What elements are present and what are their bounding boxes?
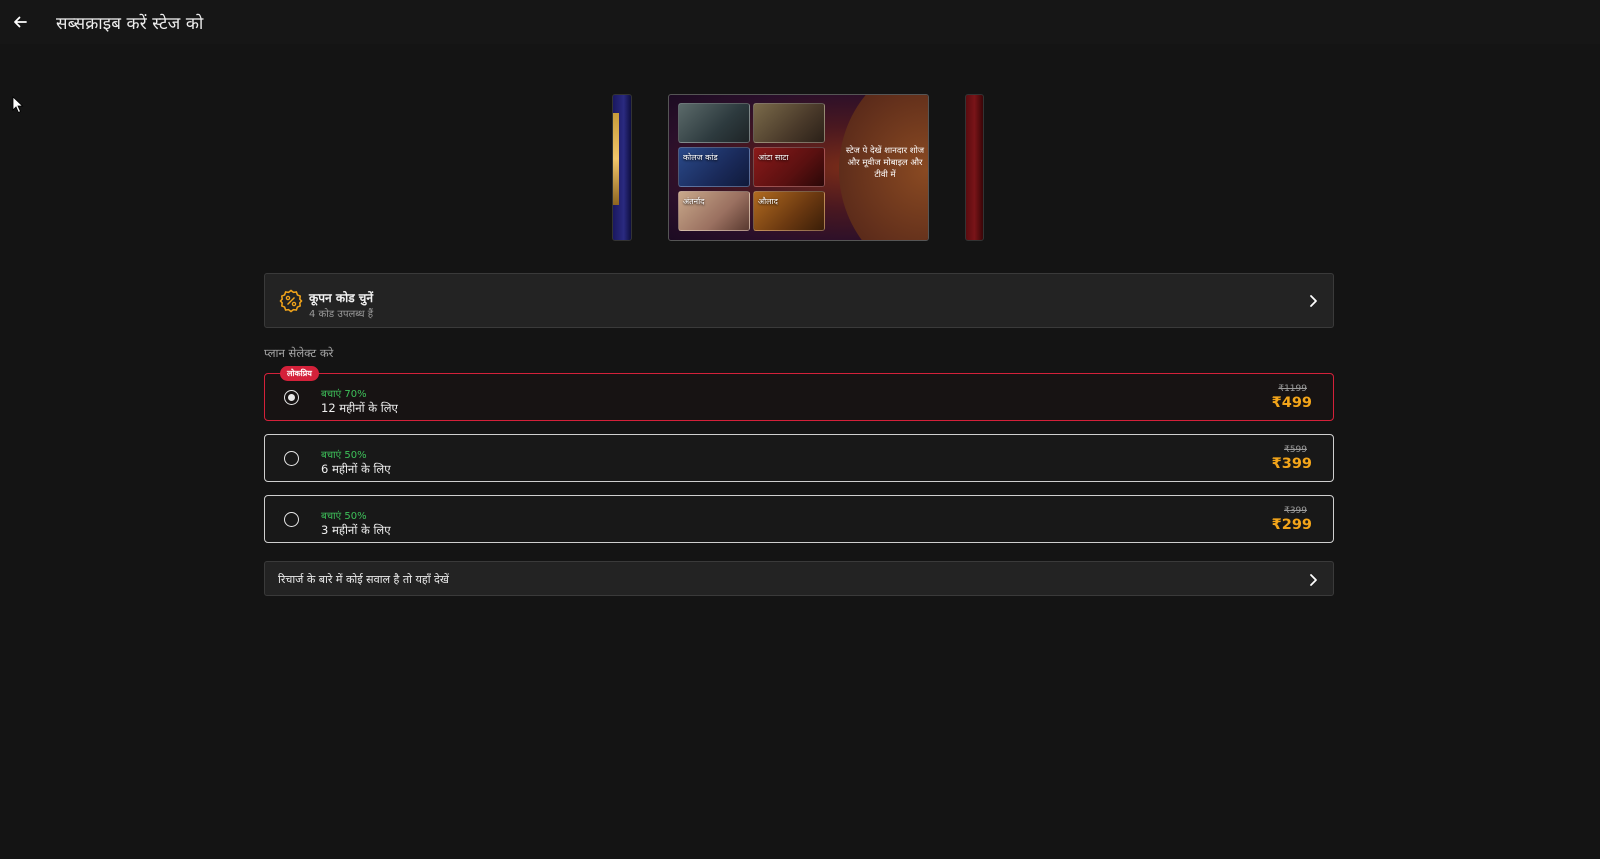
show-thumbnail [753, 103, 825, 143]
plan-price: ₹299 [1271, 517, 1312, 533]
coupon-subtitle: 4 कोड उपलब्ध हैं [309, 309, 374, 320]
chevron-right-icon [1310, 574, 1317, 586]
plan-original-price: ₹399 [1284, 506, 1307, 516]
recharge-faq-link[interactable]: रिचार्ज के बारे में कोई सवाल है तो यहाँ … [264, 561, 1334, 596]
plan-savings: बचाएं 70% [321, 389, 367, 400]
radio-button[interactable] [284, 512, 299, 527]
carousel-slide-previous[interactable] [612, 94, 632, 241]
plan-price: ₹499 [1271, 395, 1312, 411]
plan-savings: बचाएं 50% [321, 511, 367, 522]
plan-savings: बचाएं 50% [321, 450, 367, 461]
arrow-left-icon [14, 16, 27, 28]
page-title: सब्सक्राइब करें स्टेज को [56, 14, 204, 34]
plan-original-price: ₹1199 [1278, 384, 1307, 394]
plan-section-heading: प्लान सेलेक्ट करे [264, 346, 334, 360]
plan-price: ₹399 [1271, 456, 1312, 472]
promo-text: स्टेज पे देखें शानदार शोज और मूवीज मोबाइ… [845, 146, 925, 180]
plan-duration: 6 महीनों के लिए [321, 462, 391, 476]
carousel-slide-next[interactable] [965, 94, 984, 241]
radio-button-selected[interactable] [284, 390, 299, 405]
chevron-right-icon [1310, 295, 1317, 307]
show-thumbnail: आंटा साटा [753, 147, 825, 187]
back-button[interactable] [10, 12, 30, 32]
carousel-slide-current[interactable]: कोलज कांड आंटा साटा अंतर्नाद औलाद स्टेज … [668, 94, 929, 241]
show-thumbnail: अंतर्नाद [678, 191, 750, 231]
popular-badge: लोकप्रिय [280, 366, 319, 381]
radio-button[interactable] [284, 451, 299, 466]
show-thumbnail: कोलज कांड [678, 147, 750, 187]
plan-duration: 3 महीनों के लिए [321, 523, 391, 537]
coupon-title: कूपन कोड चुनें [309, 291, 374, 305]
top-bar: सब्सक्राइब करें स्टेज को [0, 0, 1600, 44]
coupon-selector[interactable]: कूपन कोड चुनें 4 कोड उपलब्ध हैं [264, 273, 1334, 328]
plan-duration: 12 महीनों के लिए [321, 401, 398, 415]
promo-carousel[interactable]: कोलज कांड आंटा साटा अंतर्नाद औलाद स्टेज … [0, 94, 1600, 244]
show-thumbnail [678, 103, 750, 143]
plan-original-price: ₹599 [1284, 445, 1307, 455]
plan-option-3-months[interactable]: बचाएं 50% 3 महीनों के लिए ₹399 ₹299 [264, 495, 1334, 543]
discount-badge-icon [279, 289, 303, 313]
show-thumbnail: औलाद [753, 191, 825, 231]
faq-text: रिचार्ज के बारे में कोई सवाल है तो यहाँ … [278, 573, 449, 586]
plan-option-6-months[interactable]: बचाएं 50% 6 महीनों के लिए ₹599 ₹399 [264, 434, 1334, 482]
plan-option-12-months[interactable]: बचाएं 70% 12 महीनों के लिए ₹1199 ₹499 [264, 373, 1334, 421]
